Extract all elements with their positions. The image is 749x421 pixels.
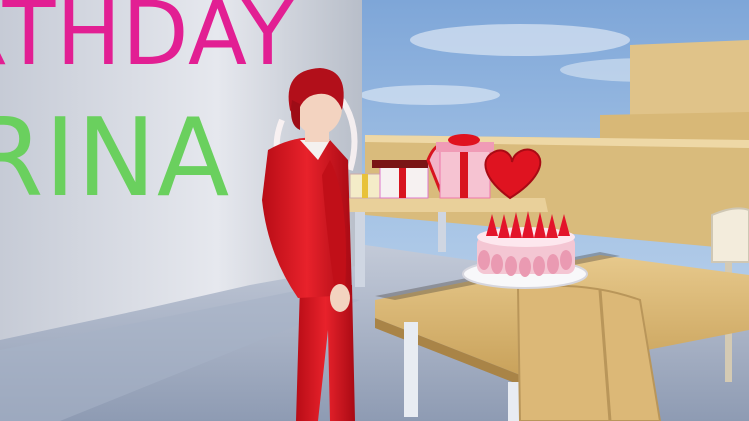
character-hand [330,284,350,312]
heart-icon [484,148,542,200]
cake-icon [462,211,588,289]
game-scene: RTHDAY RINA [0,0,749,421]
foreground-objects [262,68,588,421]
character [262,68,355,421]
gift-box-icon [426,134,494,199]
gift-box-icon [349,173,383,199]
gift-box-icon [372,160,429,199]
